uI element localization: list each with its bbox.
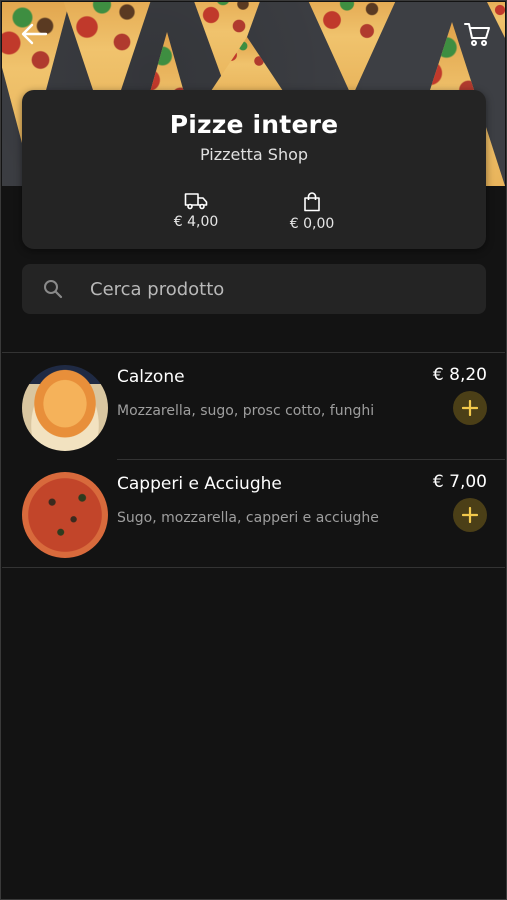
product-price: € 8,20 <box>432 365 487 385</box>
page-title: Pizze intere <box>169 110 339 139</box>
delivery-cost-stat: € 4,00 <box>166 192 226 232</box>
product-name: Capperi e Acciughe <box>117 474 282 494</box>
shop-stats: € 4,00 € 0,00 <box>22 192 486 232</box>
product-price: € 7,00 <box>432 472 487 492</box>
search-icon <box>42 278 64 300</box>
product-item-capperi-e-acciughe[interactable]: Capperi e Acciughe Sugo, mozzarella, cap… <box>2 460 505 566</box>
divider <box>2 567 505 568</box>
min-order-stat: € 0,00 <box>282 192 342 232</box>
product-description: Sugo, mozzarella, capperi e acciughe <box>117 510 379 526</box>
product-description: Mozzarella, sugo, prosc cotto, funghi <box>117 403 375 419</box>
product-image <box>22 472 108 558</box>
cart-icon <box>464 23 490 46</box>
cart-button[interactable] <box>457 14 497 54</box>
add-to-cart-button[interactable] <box>453 391 487 425</box>
product-name: Calzone <box>117 367 185 387</box>
product-item-calzone[interactable]: Calzone Mozzarella, sugo, prosc cotto, f… <box>2 353 505 459</box>
shop-info-card: Pizze intere Pizzetta Shop € 4,00 € 0,00 <box>22 90 486 249</box>
plus-icon <box>462 507 478 523</box>
search-input[interactable] <box>88 277 452 301</box>
truck-icon <box>184 193 208 210</box>
search-bar[interactable] <box>22 264 486 314</box>
back-button[interactable] <box>14 14 54 54</box>
shop-name: Pizzetta Shop <box>199 145 309 164</box>
add-to-cart-button[interactable] <box>453 498 487 532</box>
product-image <box>22 365 108 451</box>
arrow-left-icon <box>21 23 48 45</box>
plus-icon <box>462 400 478 416</box>
delivery-cost-value: € 4,00 <box>173 214 219 230</box>
shopping-bag-icon <box>304 192 320 212</box>
min-order-value: € 0,00 <box>289 216 335 232</box>
